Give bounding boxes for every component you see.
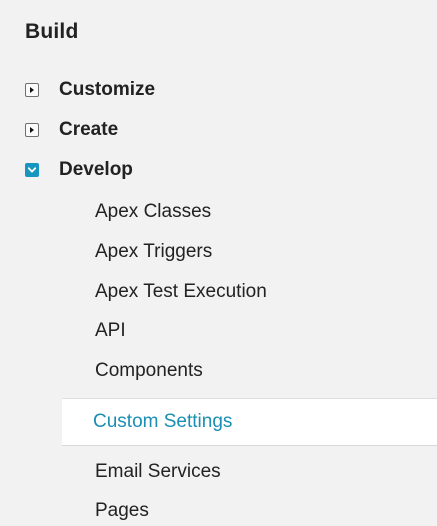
sidebar-item-custom-settings[interactable]: Custom Settings — [62, 398, 437, 446]
sidebar-item-apex-triggers[interactable]: Apex Triggers — [95, 238, 212, 266]
sidebar-item-apex-test-execution[interactable]: Apex Test Execution — [95, 278, 267, 306]
sidebar-item-apex-classes[interactable]: Apex Classes — [95, 198, 211, 226]
sidebar-item-email-services[interactable]: Email Services — [95, 458, 221, 486]
tree-item-customize[interactable]: Customize — [25, 76, 155, 104]
sidebar-item-pages[interactable]: Pages — [95, 497, 149, 525]
tree-item-create-label: Create — [59, 119, 119, 140]
sidebar-item-components[interactable]: Components — [95, 357, 203, 385]
setup-sidebar: Build Customize Create Develop Apex Clas… — [0, 0, 437, 526]
sidebar-item-custom-settings-label: Custom Settings — [93, 411, 233, 432]
tree-item-develop[interactable]: Develop — [25, 156, 133, 184]
triangle-right-icon[interactable] — [25, 83, 39, 97]
tree-item-customize-label: Customize — [59, 79, 156, 100]
triangle-right-icon[interactable] — [25, 123, 39, 137]
section-title: Build — [25, 20, 79, 43]
tree-item-create[interactable]: Create — [25, 116, 118, 144]
tree-item-develop-label: Develop — [59, 159, 133, 180]
chevron-down-icon[interactable] — [25, 163, 39, 177]
sidebar-item-api[interactable]: API — [95, 317, 126, 345]
